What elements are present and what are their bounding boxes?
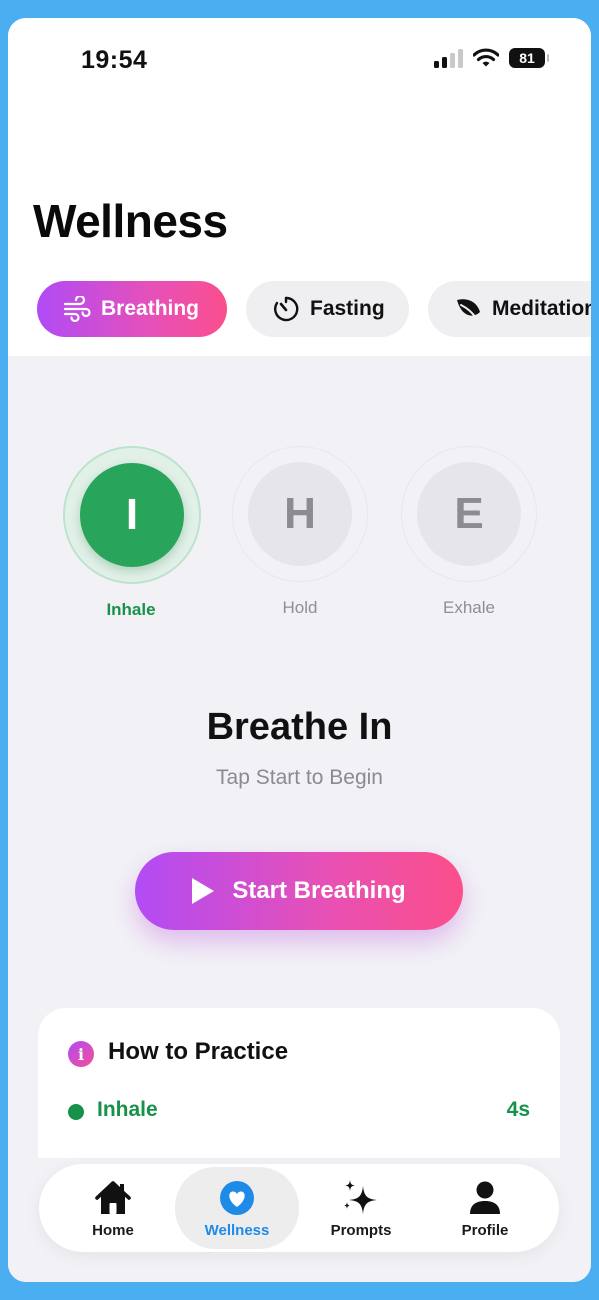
tab-fasting-label: Fasting bbox=[310, 297, 385, 320]
phase-inhale-circle: I bbox=[80, 463, 184, 567]
phase-exhale-label: Exhale bbox=[443, 598, 495, 617]
play-icon bbox=[192, 878, 215, 904]
breathe-title: Breathe In bbox=[206, 706, 393, 748]
tab-breathing-label: Breathing bbox=[101, 297, 200, 320]
breathe-subtitle: Tap Start to Begin bbox=[216, 766, 383, 789]
inhale-dot-icon bbox=[68, 1104, 84, 1120]
info-icon: i bbox=[68, 1041, 94, 1067]
phase-inhale-label: Inhale bbox=[106, 600, 156, 619]
tab-meditation[interactable]: Meditation bbox=[428, 281, 591, 337]
phase-hold-circle: H bbox=[248, 462, 352, 566]
nav-prompts-label: Prompts bbox=[330, 1221, 392, 1239]
phone-screen: 19:54 81 Wellness Breathing Fasting Medi… bbox=[8, 18, 591, 1282]
phase-hold-ring: H bbox=[232, 446, 368, 582]
wifi-icon bbox=[473, 48, 499, 67]
nav-home[interactable]: Home bbox=[51, 1167, 175, 1249]
phase-hold: H Hold bbox=[232, 446, 368, 618]
bottom-nav: Home Wellness Prompts Profile bbox=[39, 1164, 559, 1252]
wind-icon bbox=[61, 293, 93, 325]
status-time: 19:54 bbox=[81, 46, 148, 74]
nav-profile[interactable]: Profile bbox=[423, 1167, 547, 1249]
tab-fasting[interactable]: Fasting bbox=[246, 281, 409, 337]
start-breathing-button[interactable]: Start Breathing bbox=[135, 852, 463, 930]
home-icon bbox=[93, 1178, 133, 1218]
status-icons: 81 bbox=[434, 48, 549, 68]
phase-exhale-circle: E bbox=[417, 462, 521, 566]
nav-prompts[interactable]: Prompts bbox=[299, 1167, 423, 1249]
phase-inhale: I Inhale bbox=[63, 446, 201, 620]
phase-inhale-ring: I bbox=[63, 446, 201, 584]
timer-icon bbox=[270, 293, 302, 325]
battery-icon: 81 bbox=[509, 48, 549, 68]
category-tabs: Breathing Fasting Meditation bbox=[37, 281, 591, 339]
sparkles-icon bbox=[341, 1178, 381, 1218]
step-duration: 4s bbox=[506, 1098, 530, 1121]
cellular-signal-icon bbox=[434, 48, 463, 68]
heart-icon bbox=[217, 1178, 257, 1218]
phase-exhale: E Exhale bbox=[401, 446, 537, 618]
person-icon bbox=[465, 1178, 505, 1218]
card-title: How to Practice bbox=[108, 1038, 289, 1065]
phase-exhale-ring: E bbox=[401, 446, 537, 582]
page-title: Wellness bbox=[33, 195, 228, 247]
nav-profile-label: Profile bbox=[461, 1221, 509, 1239]
start-breathing-label: Start Breathing bbox=[232, 877, 406, 904]
nav-wellness[interactable]: Wellness bbox=[175, 1167, 299, 1249]
step-label: Inhale bbox=[97, 1098, 158, 1121]
leaf-icon bbox=[452, 293, 484, 325]
tab-breathing[interactable]: Breathing bbox=[37, 281, 227, 337]
phase-hold-label: Hold bbox=[282, 598, 318, 617]
tab-meditation-label: Meditation bbox=[492, 297, 591, 320]
nav-home-label: Home bbox=[92, 1221, 134, 1239]
nav-wellness-label: Wellness bbox=[204, 1221, 270, 1239]
